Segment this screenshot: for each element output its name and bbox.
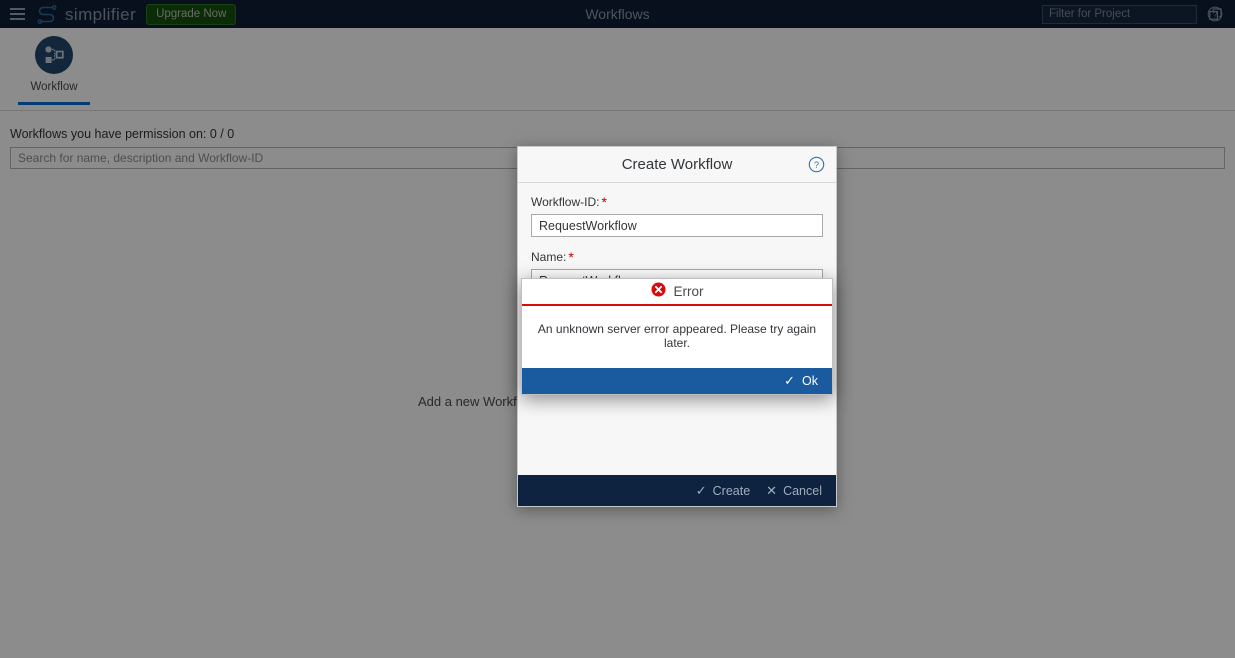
workflow-id-input[interactable] <box>531 214 823 237</box>
error-dialog-footer: ✓ Ok <box>522 368 832 394</box>
cancel-button-label: Cancel <box>783 483 822 498</box>
create-workflow-help-icon[interactable]: ? <box>808 156 826 174</box>
error-dialog-header: Error <box>522 279 832 306</box>
create-button[interactable]: ✓ Create <box>696 483 750 499</box>
check-icon: ✓ <box>784 373 796 388</box>
create-workflow-title: Create Workflow <box>621 156 733 173</box>
workflow-id-required-marker: * <box>601 194 607 210</box>
create-workflow-footer: ✓ Create ✕ Cancel <box>518 475 836 506</box>
error-dialog: Error An unknown server error appeared. … <box>521 278 833 395</box>
create-workflow-header: Create Workflow ? <box>518 147 836 183</box>
app-root: simplifier Upgrade Now Workflows ? <box>0 0 1235 658</box>
error-dialog-title: Error <box>673 284 704 299</box>
name-label-text: Name: <box>531 250 567 264</box>
error-ok-label: Ok <box>802 374 818 388</box>
create-button-label: Create <box>712 483 751 498</box>
error-dialog-message: An unknown server error appeared. Please… <box>537 322 817 350</box>
svg-text:?: ? <box>814 160 819 170</box>
workflow-id-label: Workflow-ID: * <box>531 195 823 209</box>
close-icon: ✕ <box>766 482 778 498</box>
check-icon: ✓ <box>695 482 707 498</box>
name-label: Name: * <box>531 250 823 264</box>
workflow-id-label-text: Workflow-ID: <box>531 195 600 209</box>
name-required-marker: * <box>568 249 574 265</box>
cancel-button[interactable]: ✕ Cancel <box>766 483 822 499</box>
error-circle-icon <box>651 282 666 302</box>
error-ok-button[interactable]: ✓ Ok <box>784 373 818 389</box>
